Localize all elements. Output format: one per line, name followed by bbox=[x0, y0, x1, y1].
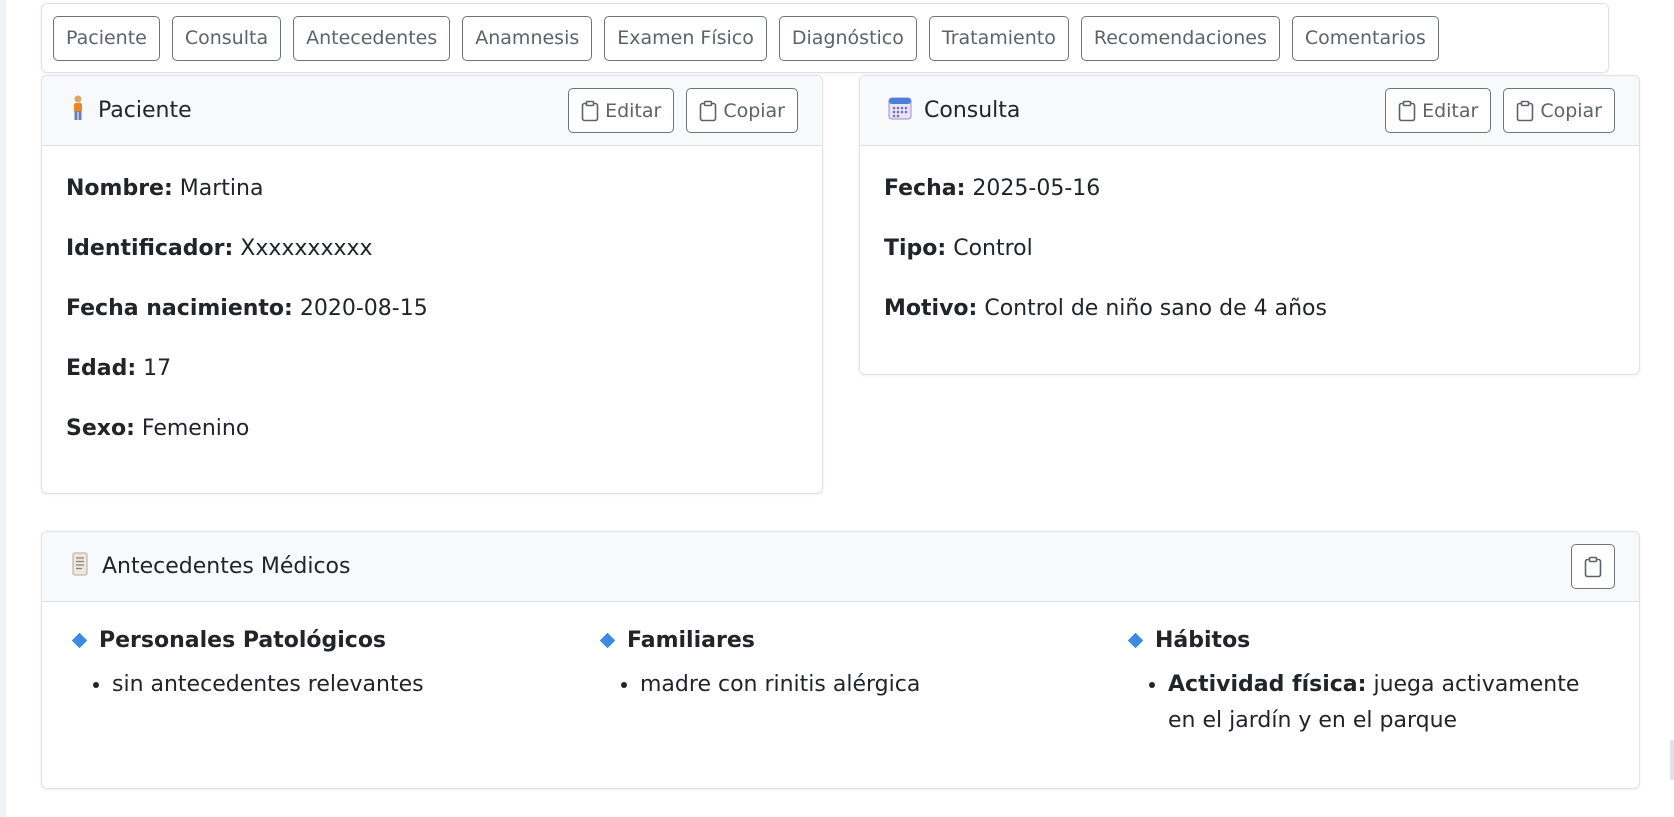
consulta-title: Consulta bbox=[888, 96, 1020, 126]
paciente-copy-label: Copiar bbox=[723, 99, 785, 122]
tab-paciente[interactable]: Paciente bbox=[53, 16, 160, 61]
consulta-copy-button[interactable]: Copiar bbox=[1503, 88, 1615, 133]
list-item: madre con rinitis alérgica bbox=[640, 667, 1130, 703]
section-personales-patologicos: Personales Patológicos sin antecedentes … bbox=[71, 628, 602, 739]
scroll-icon bbox=[70, 552, 90, 582]
section-heading: Hábitos bbox=[1155, 628, 1251, 653]
consulta-title-text: Consulta bbox=[924, 98, 1021, 123]
clipboard-icon bbox=[1398, 100, 1416, 122]
antecedentes-copy-button[interactable] bbox=[1571, 544, 1615, 589]
tab-consulta[interactable]: Consulta bbox=[171, 16, 282, 61]
tab-tratamiento[interactable]: Tratamiento bbox=[928, 16, 1069, 61]
paciente-copy-button[interactable]: Copiar bbox=[686, 88, 798, 133]
section-familiares: Familiares madre con rinitis alérgica bbox=[599, 628, 1130, 739]
paciente-title: Paciente bbox=[70, 95, 192, 127]
field-edad: Edad: 17 bbox=[66, 356, 172, 381]
section-heading: Familiares bbox=[627, 628, 755, 653]
consulta-card-header: Consulta Editar Copiar bbox=[860, 76, 1639, 146]
consulta-edit-button[interactable]: Editar bbox=[1385, 88, 1492, 133]
field-nombre: Nombre: Martina bbox=[66, 176, 264, 201]
diamond-bullet-icon bbox=[1127, 632, 1144, 649]
clipboard-icon bbox=[1584, 556, 1602, 578]
clipboard-icon bbox=[1516, 100, 1534, 122]
tab-recomendaciones[interactable]: Recomendaciones bbox=[1080, 16, 1280, 61]
diamond-bullet-icon bbox=[71, 632, 88, 649]
tab-diagnostico[interactable]: Diagnóstico bbox=[778, 16, 917, 61]
list-item: sin antecedentes relevantes bbox=[112, 667, 602, 703]
section-habitos: Hábitos Actividad física: juega activame… bbox=[1127, 628, 1610, 739]
calendar-icon bbox=[888, 96, 912, 126]
antecedentes-card-header: Antecedentes Médicos bbox=[42, 532, 1639, 602]
paciente-card: Paciente Editar Copiar Nombre: Martina I… bbox=[41, 75, 823, 494]
section-nav: Paciente Consulta Antecedentes Anamnesis… bbox=[41, 3, 1609, 73]
scrollbar-thumb[interactable] bbox=[1670, 740, 1674, 780]
field-identificador: Identificador: Xxxxxxxxxx bbox=[66, 236, 373, 261]
page-left-edge bbox=[0, 0, 6, 817]
field-tipo: Tipo: Control bbox=[884, 236, 1033, 261]
antecedentes-card: Antecedentes Médicos Personales Patológi… bbox=[41, 531, 1640, 789]
antecedentes-title-text: Antecedentes Médicos bbox=[102, 554, 351, 579]
field-motivo: Motivo: Control de niño sano de 4 años bbox=[884, 296, 1327, 321]
antecedentes-title: Antecedentes Médicos bbox=[70, 552, 350, 582]
paciente-edit-label: Editar bbox=[605, 99, 662, 122]
section-heading: Personales Patológicos bbox=[99, 628, 387, 653]
field-fecha: Fecha: 2025-05-16 bbox=[884, 176, 1101, 201]
consulta-edit-label: Editar bbox=[1422, 99, 1479, 122]
field-sexo: Sexo: Femenino bbox=[66, 416, 250, 441]
consulta-card: Consulta Editar Copiar Fecha: 2025-05-16… bbox=[859, 75, 1640, 375]
consulta-copy-label: Copiar bbox=[1540, 99, 1602, 122]
clipboard-icon bbox=[699, 100, 717, 122]
diamond-bullet-icon bbox=[599, 632, 616, 649]
tab-anamnesis[interactable]: Anamnesis bbox=[462, 16, 593, 61]
paciente-edit-button[interactable]: Editar bbox=[568, 88, 675, 133]
tab-examen-fisico[interactable]: Examen Físico bbox=[604, 16, 767, 61]
tab-comentarios[interactable]: Comentarios bbox=[1291, 16, 1439, 61]
field-fecha-nacimiento: Fecha nacimiento: 2020-08-15 bbox=[66, 296, 428, 321]
list-item: Actividad física: juega activamente en e… bbox=[1168, 667, 1610, 739]
clipboard-icon bbox=[581, 100, 599, 122]
paciente-card-header: Paciente Editar Copiar bbox=[42, 76, 822, 146]
tab-antecedentes[interactable]: Antecedentes bbox=[293, 16, 451, 61]
person-icon bbox=[70, 95, 86, 127]
paciente-title-text: Paciente bbox=[98, 98, 192, 123]
